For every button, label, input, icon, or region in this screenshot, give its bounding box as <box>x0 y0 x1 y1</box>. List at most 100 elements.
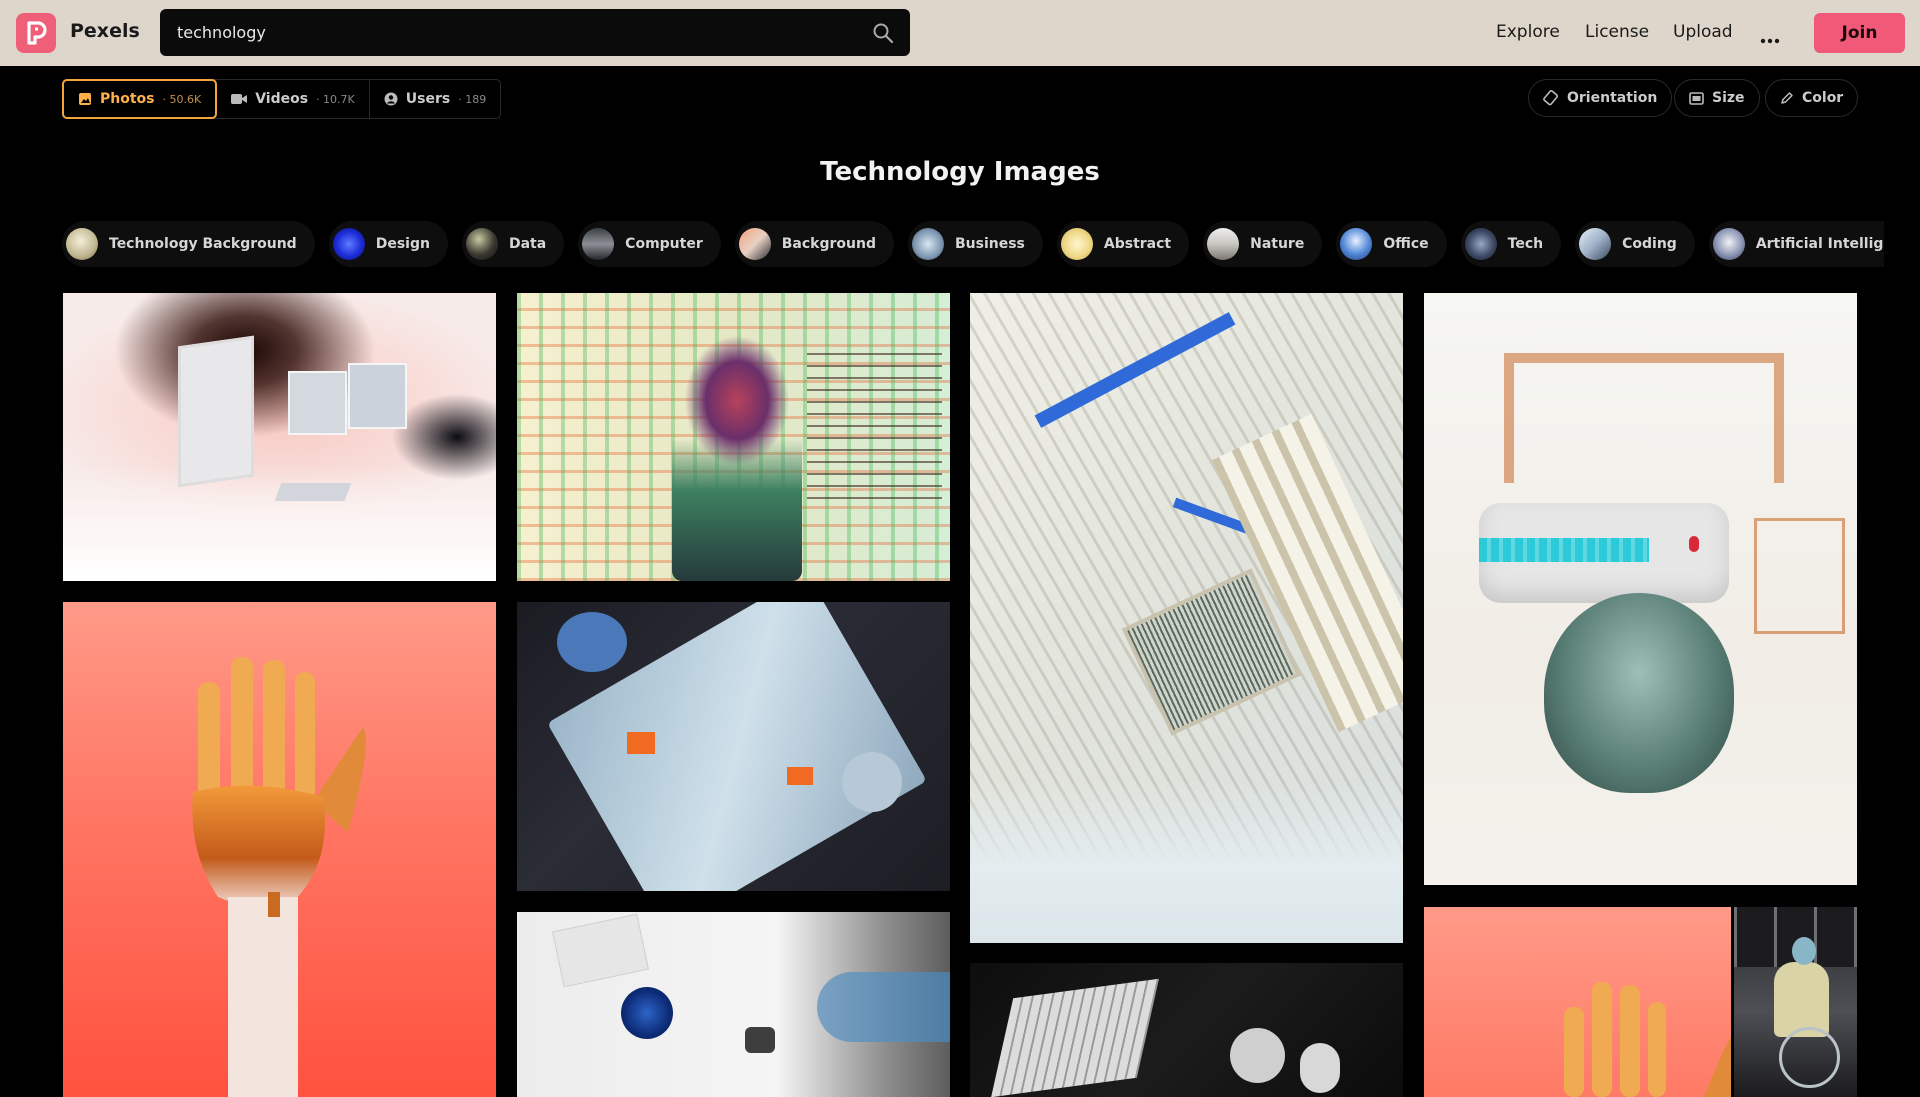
mouse <box>1300 1043 1340 1093</box>
chip-artificial-intelligence[interactable]: Artificial Intelligence <box>1708 221 1884 267</box>
chip-thumbnail <box>1060 228 1093 260</box>
size-filter-button[interactable]: Size <box>1674 79 1760 117</box>
monitor-small-2 <box>348 363 407 429</box>
chip-thumbnail <box>1579 228 1612 260</box>
chip-data[interactable]: Data <box>461 221 565 267</box>
photo-wheelchair[interactable] <box>1734 907 1857 1097</box>
tab-photos[interactable]: Photos · 50.6K <box>62 79 218 119</box>
chip-business[interactable]: Business <box>907 221 1043 267</box>
chip-tech[interactable]: Tech <box>1460 221 1562 267</box>
chip-coding[interactable]: Coding <box>1575 221 1695 267</box>
tab-videos-label: Videos <box>255 91 309 107</box>
chip-computer[interactable]: Computer <box>578 221 721 267</box>
media-type-tabs: Photos · 50.6K Videos · 10.7K Users · 18… <box>62 79 502 119</box>
hand <box>817 972 950 1042</box>
chip-abstract[interactable]: Abstract <box>1056 221 1190 267</box>
person-seated <box>1774 962 1829 1037</box>
chip-label: Business <box>954 236 1025 252</box>
page-title: Technology Images <box>820 157 1100 187</box>
laptop-orange-2 <box>787 767 813 785</box>
blue-coaster <box>621 987 673 1039</box>
chip-label: Artificial Intelligence <box>1755 236 1884 252</box>
person-silhouette <box>672 323 802 581</box>
robot-hand-figure <box>192 657 366 1097</box>
photo-robot-hand[interactable] <box>63 602 496 1097</box>
tab-videos-count: · 10.7K <box>316 92 355 106</box>
chip-nature[interactable]: Nature <box>1203 221 1323 267</box>
chip-thumbnail <box>1207 228 1240 260</box>
photo-code-projection[interactable] <box>517 293 950 581</box>
chip-design[interactable]: Design <box>328 221 448 267</box>
nav-explore[interactable]: Explore <box>1496 22 1560 42</box>
photo-computer-desk[interactable] <box>63 293 496 581</box>
monitor-small-1 <box>288 371 347 435</box>
orientation-icon <box>1543 90 1559 106</box>
photo-team-meeting[interactable] <box>517 602 950 891</box>
robot-hand-2-figure <box>1564 982 1731 1097</box>
chip-thumbnail <box>582 228 615 260</box>
chip-thumbnail <box>738 228 771 260</box>
person-head <box>1792 937 1816 965</box>
nav-license[interactable]: License <box>1585 22 1649 42</box>
pexels-logo-icon[interactable] <box>16 13 56 53</box>
search-input[interactable]: technology <box>177 23 266 42</box>
tab-videos[interactable]: Videos · 10.7K <box>217 80 370 118</box>
photo-swagger-desk[interactable] <box>517 912 950 1097</box>
tab-photos-label: Photos <box>100 91 155 107</box>
chip-thumbnail <box>911 228 944 260</box>
video-icon <box>231 94 248 104</box>
chip-label: Technology Background <box>109 236 297 252</box>
vr-headset <box>1479 503 1729 603</box>
chip-label: Nature <box>1250 236 1305 252</box>
chip-label: Coding <box>1622 236 1677 252</box>
orientation-filter-button[interactable]: Orientation <box>1528 79 1673 117</box>
earbuds-case <box>745 1027 775 1053</box>
chip-thumbnail <box>66 228 98 260</box>
more-options-icon[interactable] <box>1760 29 1780 48</box>
person-top-left <box>557 612 627 672</box>
tab-users-count: · 189 <box>458 92 487 106</box>
search-icon[interactable] <box>872 22 894 48</box>
photo-icon <box>79 93 91 105</box>
top-bar: Pexels technology Explore License Upload… <box>0 0 1920 66</box>
chip-label: Abstract <box>1103 236 1172 252</box>
photo-vr-headset[interactable] <box>1424 293 1857 885</box>
chip-label: Tech <box>1507 236 1544 252</box>
chip-thumbnail <box>1712 228 1745 260</box>
chip-office[interactable]: Office <box>1336 221 1447 267</box>
chip-thumbnail <box>332 228 365 260</box>
keyboard <box>274 483 352 501</box>
chip-thumbnail <box>465 228 498 260</box>
brand-name[interactable]: Pexels <box>70 20 140 42</box>
color-filter-button[interactable]: Color <box>1765 79 1859 117</box>
monitor-large <box>178 335 254 488</box>
join-button[interactable]: Join <box>1814 13 1905 53</box>
size-icon <box>1689 91 1704 105</box>
visor-stripe <box>1479 538 1649 562</box>
chip-thumbnail <box>1464 228 1497 260</box>
color-label: Color <box>1802 90 1844 106</box>
chip-label: Office <box>1383 236 1429 252</box>
chip-technology-background[interactable]: Technology Background <box>62 221 315 267</box>
blue-trace-1 <box>1034 312 1236 428</box>
swagger-tin <box>552 913 649 988</box>
laptop-keyboard <box>991 978 1159 1097</box>
code-lines <box>807 353 942 503</box>
chip-label: Design <box>375 236 430 252</box>
search-bar[interactable]: technology <box>160 9 910 56</box>
clock <box>1230 1028 1285 1083</box>
photo-robot-hand-2[interactable] <box>1424 907 1731 1097</box>
chip-label: Background <box>781 236 876 252</box>
chip-thumbnail <box>1340 228 1373 260</box>
photo-laptop[interactable] <box>970 963 1403 1097</box>
tab-photos-count: · 50.6K <box>162 92 202 106</box>
face-lower <box>1544 593 1734 793</box>
nav-upload[interactable]: Upload <box>1673 22 1733 42</box>
user-icon <box>384 92 398 106</box>
pencil-icon <box>1781 92 1793 104</box>
photo-motherboard[interactable] <box>970 293 1403 943</box>
bar-sign <box>1754 518 1845 634</box>
tab-users[interactable]: Users · 189 <box>370 80 500 118</box>
tab-users-label: Users <box>405 91 451 107</box>
chip-background[interactable]: Background <box>734 221 894 267</box>
